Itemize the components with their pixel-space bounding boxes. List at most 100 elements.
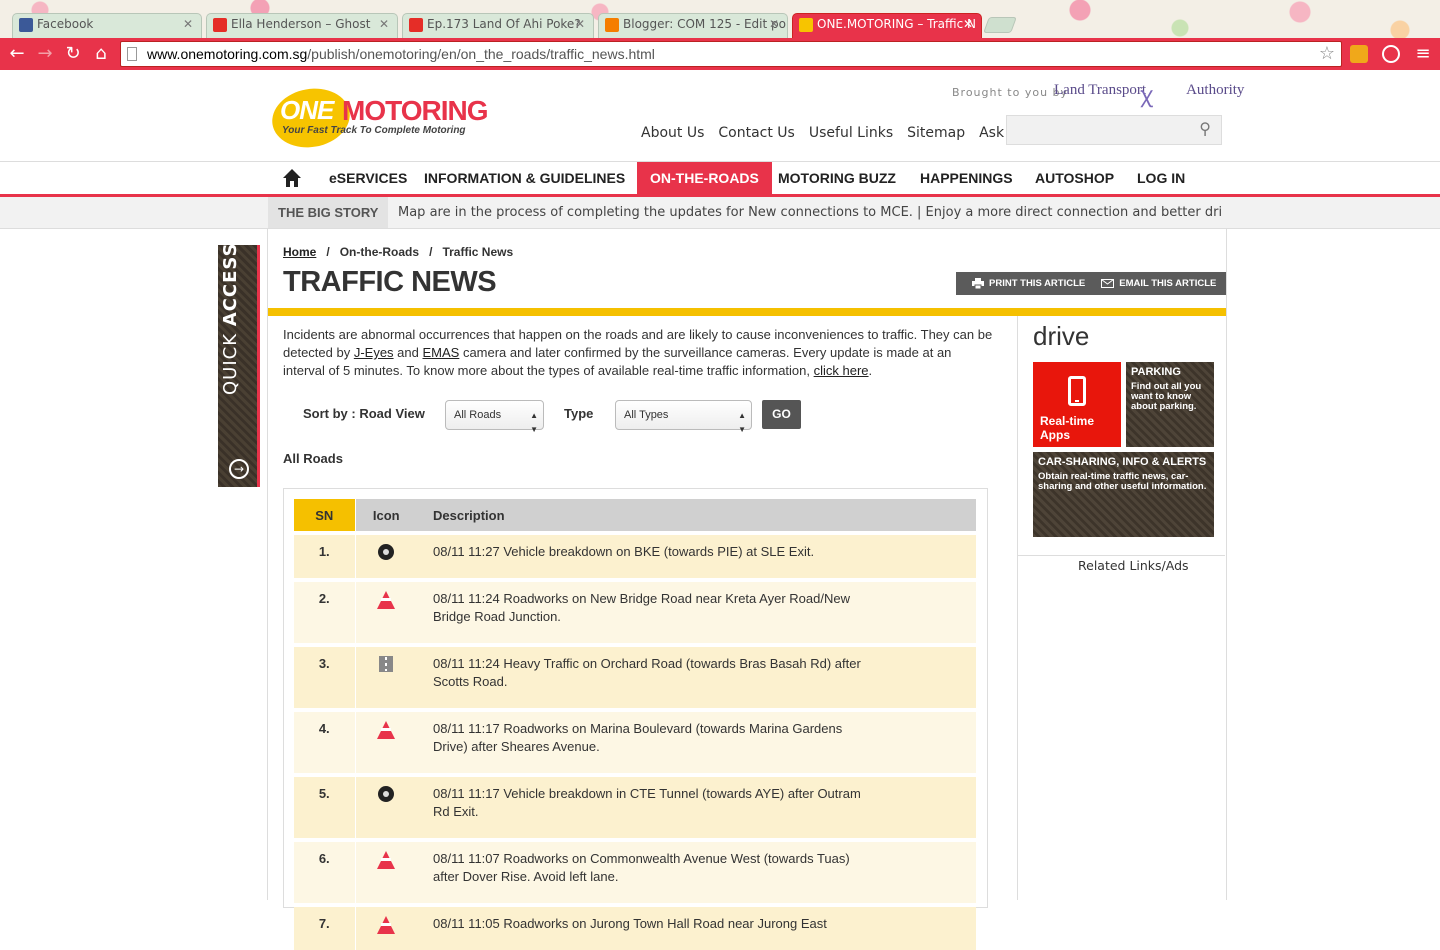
home-icon[interactable]: ⌂ bbox=[90, 43, 112, 65]
table-row: 1. 08/11 11:27 Vehicle breakdown on BKE … bbox=[294, 531, 976, 580]
site-search: ⚲ bbox=[1006, 115, 1222, 145]
nav-autoshop[interactable]: AUTOSHOP bbox=[1022, 162, 1127, 194]
nav-happenings[interactable]: HAPPENINGS bbox=[907, 162, 1026, 194]
car-sharing-tile[interactable]: CAR-SHARING, INFO & ALERTS Obtain real-t… bbox=[1033, 452, 1214, 537]
big-story-bar: THE BIG STORY Map are in the process of … bbox=[0, 197, 1440, 229]
car-sharing-heading: CAR-SHARING, INFO & ALERTS bbox=[1038, 456, 1207, 468]
tab-youtube-ella[interactable]: Ella Henderson – Ghost ✕ bbox=[206, 13, 398, 38]
quick-access-label: QUICK ACCESS bbox=[220, 242, 241, 395]
link-sitemap[interactable]: Sitemap bbox=[907, 125, 965, 141]
browser-tab-strip: Facebook ✕ Ella Henderson – Ghost ✕ Ep.1… bbox=[0, 0, 1440, 38]
parking-description: Find out all you want to know about park… bbox=[1131, 381, 1202, 412]
select-arrows-icon: ▲ ▼ bbox=[530, 411, 538, 434]
tab-youtube-poke[interactable]: Ep.173 Land Of Ahi Poke? ✕ bbox=[402, 13, 594, 38]
breadcrumb-home[interactable]: Home bbox=[283, 245, 316, 259]
nav-eservices[interactable]: eSERVICES bbox=[316, 162, 420, 194]
parking-tile[interactable]: PARKING Find out all you want to know ab… bbox=[1126, 362, 1214, 447]
related-links-heading: Related Links/Ads bbox=[1078, 558, 1189, 573]
arrow-right-circle-icon[interactable]: → bbox=[229, 459, 249, 479]
print-article-button[interactable]: PRINT THIS ARTICLE bbox=[956, 278, 1085, 289]
logo-tagline: Your Fast Track To Complete Motoring bbox=[282, 125, 466, 136]
link-j-eyes[interactable]: J-Eyes bbox=[354, 345, 394, 360]
table-row: 7. 08/11 11:05 Roadworks on Jurong Town … bbox=[294, 903, 976, 950]
row-number: 3. bbox=[294, 643, 355, 710]
traffic-news-table: SN Icon Description 1. 08/11 11:27 Vehic… bbox=[294, 499, 976, 950]
tab-title: Ep.173 Land Of Ahi Poke? bbox=[427, 17, 581, 31]
row-number: 4. bbox=[294, 708, 355, 775]
mail-extension-icon[interactable] bbox=[1350, 45, 1368, 63]
row-description: 08/11 11:07 Roadworks on Commonwealth Av… bbox=[417, 838, 976, 905]
new-tab-button[interactable] bbox=[983, 17, 1017, 33]
sidebar-divider bbox=[1018, 555, 1225, 556]
quick-access-panel[interactable]: QUICK ACCESS → bbox=[218, 242, 260, 487]
tab-title: ONE.MOTORING – Traffic N bbox=[817, 17, 977, 31]
close-icon[interactable]: ✕ bbox=[379, 17, 389, 31]
mobile-phone-icon bbox=[1068, 376, 1086, 406]
row-number: 2. bbox=[294, 578, 355, 645]
table-row: 3. 08/11 11:24 Heavy Traffic on Orchard … bbox=[294, 643, 976, 710]
row-description: 08/11 11:24 Heavy Traffic on Orchard Roa… bbox=[417, 643, 976, 710]
address-bar[interactable]: www.onemotoring.com.sg/publish/onemotori… bbox=[120, 41, 1342, 67]
nav-information-guidelines[interactable]: INFORMATION & GUIDELINES bbox=[411, 162, 638, 194]
printer-icon bbox=[972, 278, 984, 289]
tab-onemotoring[interactable]: ONE.MOTORING – Traffic N ✕ bbox=[792, 13, 982, 38]
roadworks-icon bbox=[377, 721, 396, 739]
close-icon[interactable]: ✕ bbox=[769, 17, 779, 31]
row-description: 08/11 11:17 Vehicle breakdown in CTE Tun… bbox=[417, 773, 976, 840]
logo-one-text: ONE bbox=[280, 95, 334, 125]
tab-title: Blogger: COM 125 - Edit po bbox=[623, 17, 786, 31]
row-number: 6. bbox=[294, 838, 355, 905]
big-story-ticker[interactable]: Map are in the process of completing the… bbox=[398, 197, 1222, 228]
brought-to-you-by: Brought to you by bbox=[952, 86, 1069, 99]
tab-blogger[interactable]: Blogger: COM 125 - Edit po ✕ bbox=[598, 13, 788, 38]
bookmark-star-icon[interactable]: ☆ bbox=[1319, 43, 1335, 64]
url-text[interactable]: www.onemotoring.com.sg/publish/onemotori… bbox=[147, 46, 655, 62]
type-select[interactable]: All Types ▲ ▼ bbox=[615, 400, 752, 434]
email-article-button[interactable]: EMAIL THIS ARTICLE bbox=[1085, 278, 1216, 289]
reload-icon[interactable]: ↻ bbox=[62, 43, 84, 65]
logo-motoring-text: MOTORING bbox=[342, 95, 488, 126]
link-emas[interactable]: EMAS bbox=[422, 345, 459, 360]
nav-log-in[interactable]: LOG IN bbox=[1124, 162, 1198, 194]
search-icon[interactable]: ⚲ bbox=[1199, 119, 1211, 138]
select-arrows-icon: ▲ ▼ bbox=[738, 411, 746, 434]
breakdown-icon bbox=[378, 544, 395, 560]
back-arrow-icon[interactable]: ← bbox=[6, 43, 28, 65]
row-number: 1. bbox=[294, 531, 355, 580]
notification-extension-icon[interactable] bbox=[1382, 45, 1400, 63]
go-button[interactable]: GO bbox=[762, 400, 801, 429]
article-actions: PRINT THIS ARTICLE EMAIL THIS ARTICLE bbox=[956, 272, 1226, 295]
link-useful-links[interactable]: Useful Links bbox=[809, 125, 893, 141]
breadcrumb: Home / On-the-Roads / Traffic News bbox=[283, 245, 513, 259]
envelope-icon bbox=[1101, 279, 1115, 288]
parking-heading: PARKING bbox=[1131, 366, 1181, 378]
nav-motoring-buzz[interactable]: MOTORING BUZZ bbox=[765, 162, 909, 194]
tab-title: Facebook bbox=[37, 17, 94, 31]
home-icon[interactable] bbox=[282, 168, 302, 188]
realtime-apps-tile[interactable]: Real-time Apps bbox=[1033, 362, 1121, 447]
youtube-icon bbox=[409, 18, 423, 32]
close-icon[interactable]: ✕ bbox=[183, 17, 193, 31]
row-number: 7. bbox=[294, 903, 355, 950]
menu-icon[interactable]: ≡ bbox=[1412, 43, 1434, 65]
breadcrumb-on-the-roads[interactable]: On-the-Roads bbox=[340, 245, 419, 259]
link-about-us[interactable]: About Us bbox=[641, 125, 704, 141]
close-icon[interactable]: ✕ bbox=[575, 17, 585, 31]
column-header-icon: Icon bbox=[354, 499, 417, 533]
nav-on-the-roads[interactable]: ON-THE-ROADS bbox=[637, 162, 772, 194]
car-sharing-description: Obtain real-time traffic news, car-shari… bbox=[1038, 471, 1207, 492]
page-title: TRAFFIC NEWS bbox=[283, 266, 497, 298]
big-story-label: THE BIG STORY bbox=[268, 197, 389, 228]
row-description: 08/11 11:05 Roadworks on Jurong Town Hal… bbox=[417, 903, 976, 950]
tab-title: Ella Henderson – Ghost bbox=[231, 17, 371, 31]
close-icon[interactable]: ✕ bbox=[963, 17, 973, 31]
row-description: 08/11 11:24 Roadworks on New Bridge Road… bbox=[417, 578, 976, 645]
onemotoring-logo[interactable]: ONE MOTORING Your Fast Track To Complete… bbox=[267, 82, 488, 154]
link-click-here[interactable]: click here bbox=[814, 363, 869, 378]
search-input[interactable] bbox=[1007, 116, 1187, 144]
link-contact-us[interactable]: Contact Us bbox=[718, 125, 794, 141]
row-number: 5. bbox=[294, 773, 355, 840]
forward-arrow-icon[interactable]: → bbox=[34, 43, 56, 65]
road-select[interactable]: All Roads ▲ ▼ bbox=[445, 400, 544, 434]
tab-facebook[interactable]: Facebook ✕ bbox=[12, 13, 202, 38]
